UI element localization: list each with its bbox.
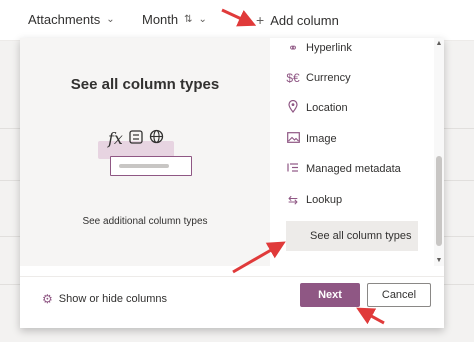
footer-divider [20, 276, 444, 277]
column-type-location[interactable]: Location [286, 94, 426, 122]
column-header-label: Attachments [28, 12, 101, 27]
choice-icon [129, 129, 143, 148]
cancel-button[interactable]: Cancel [367, 283, 431, 307]
gear-icon: ⚙ [42, 292, 53, 306]
chevron-down-icon: ⌄ [198, 14, 207, 25]
formula-icon: fx [108, 129, 123, 148]
column-header-label: Month [142, 12, 179, 27]
column-header-attachments[interactable]: Attachments ⌄ [28, 12, 115, 27]
preview-field-illustration [110, 156, 192, 176]
column-type-label: Hyperlink [306, 42, 352, 54]
column-type-label: See all column types [310, 230, 412, 242]
column-type-hyperlink[interactable]: ⚭ Hyperlink [286, 38, 426, 62]
image-icon [286, 132, 300, 146]
list-header: Attachments ⌄ Month ⇅ ⌄ + Add column [0, 0, 474, 41]
column-type-label: Image [306, 133, 337, 145]
column-type-list: ⚭ Hyperlink $€ Currency Location Image M… [270, 38, 444, 266]
column-type-label: Currency [306, 72, 351, 84]
column-type-managed-metadata[interactable]: Managed metadata [286, 155, 426, 183]
column-type-see-all[interactable]: See all column types [286, 221, 418, 251]
globe-icon [149, 129, 164, 148]
add-column-label: Add column [270, 12, 339, 28]
show-hide-label: Show or hide columns [58, 293, 167, 305]
preview-field-placeholder [119, 164, 169, 168]
column-type-lookup[interactable]: ⇆ Lookup [286, 186, 426, 214]
lookup-icon: ⇆ [287, 193, 299, 207]
column-type-label: Location [306, 102, 348, 114]
show-hide-columns-button[interactable]: ⚙ Show or hide columns [42, 292, 167, 306]
add-column-button[interactable]: + Add column [256, 12, 339, 28]
column-header-month[interactable]: Month ⇅ ⌄ [142, 12, 207, 27]
column-type-label: Lookup [306, 194, 343, 206]
managed-metadata-icon [286, 162, 300, 176]
currency-icon: $€ [286, 71, 300, 85]
column-type-image[interactable]: Image [286, 125, 426, 153]
preview-icons: fx [108, 129, 164, 148]
column-type-preview: See all column types fx See additional c… [20, 38, 270, 266]
see-additional-column-types-link[interactable]: See additional column types [20, 216, 270, 227]
column-type-label: Managed metadata [306, 163, 401, 175]
next-button[interactable]: Next [300, 283, 360, 307]
scroll-up-icon[interactable]: ▲ [434, 40, 444, 47]
preview-title: See all column types [70, 76, 220, 93]
scroll-down-icon[interactable]: ▼ [434, 257, 444, 264]
filter-sort-icon: ⇅ [184, 14, 193, 25]
scrollbar[interactable]: ▲ ▼ [434, 38, 444, 266]
scroll-thumb[interactable] [436, 156, 442, 246]
link-icon: ⚭ [287, 41, 299, 55]
chevron-down-icon: ⌄ [106, 14, 115, 25]
plus-icon: + [256, 12, 265, 28]
column-type-currency[interactable]: $€ Currency [286, 64, 426, 92]
location-pin-icon [286, 99, 300, 116]
column-type-panel: See all column types fx See additional c… [20, 38, 444, 328]
